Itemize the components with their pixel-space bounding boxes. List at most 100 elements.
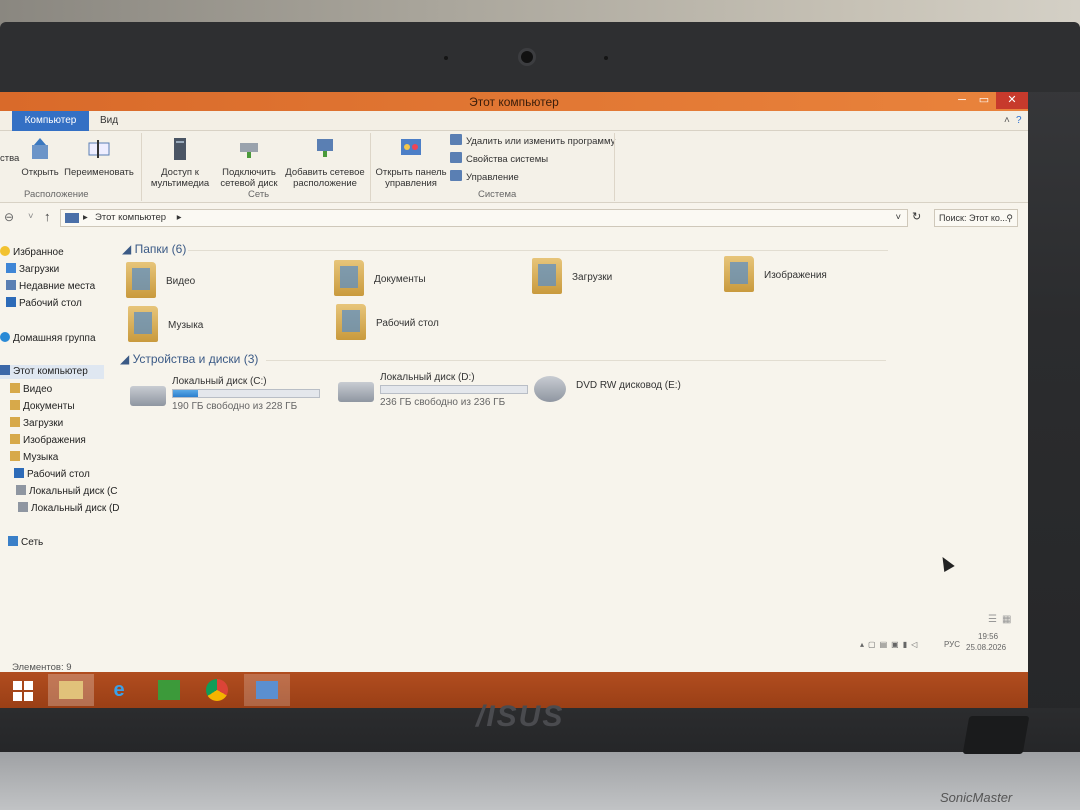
server-icon bbox=[174, 138, 186, 160]
maximize-button[interactable]: ▭ bbox=[974, 92, 994, 109]
details-view-icon[interactable]: ☰ bbox=[988, 614, 997, 625]
taskbar-control-panel[interactable] bbox=[244, 674, 290, 706]
sensor-dot bbox=[444, 56, 448, 60]
refresh-icon[interactable]: ↻ bbox=[912, 210, 921, 223]
up-arrow-icon[interactable]: ↑ bbox=[44, 209, 51, 224]
taskbar-ie[interactable]: e bbox=[96, 674, 142, 706]
nav-favorites[interactable]: Избранное bbox=[0, 246, 64, 260]
drive-c[interactable]: Локальный диск (C:) 190 ГБ свободно из 2… bbox=[130, 376, 330, 420]
folder-music[interactable]: Музыка bbox=[128, 306, 288, 346]
drive-free-space: 190 ГБ свободно из 228 ГБ bbox=[172, 401, 298, 412]
nav-disk-d[interactable]: Локальный диск (D bbox=[18, 502, 120, 516]
ribbon-separator bbox=[614, 133, 615, 201]
nav-homegroup[interactable]: Домашняя группа bbox=[0, 332, 96, 346]
drive-dvd[interactable]: DVD RW дисковод (E:) bbox=[534, 372, 734, 416]
clock-date[interactable]: 25.08.2026 bbox=[966, 643, 1006, 652]
map-drive-button[interactable]: Подключить сетевой диск bbox=[216, 135, 282, 189]
ribbon-separator bbox=[370, 133, 371, 201]
search-input[interactable]: Поиск: Этот ко... ⚲ bbox=[934, 209, 1018, 227]
ribbon-separator bbox=[141, 133, 142, 201]
folder-icon bbox=[59, 681, 83, 699]
folder-video[interactable]: Видео bbox=[126, 262, 286, 302]
breadcrumb: Этот компьютер bbox=[95, 212, 167, 223]
manage-button[interactable]: Управление bbox=[450, 170, 519, 184]
add-location-button[interactable]: Добавить сетевое расположение bbox=[284, 135, 366, 189]
screen: Этот компьютер ─ ▭ ✕ Компьютер Вид ˄ ? с… bbox=[0, 92, 1028, 708]
rename-button[interactable]: Переименовать bbox=[62, 135, 136, 178]
nav-documents[interactable]: Документы bbox=[10, 400, 75, 414]
language-indicator[interactable]: РУС bbox=[944, 640, 960, 649]
drive-name: Локальный диск (D:) bbox=[380, 372, 475, 383]
network-icon bbox=[8, 536, 18, 546]
homegroup-icon bbox=[0, 332, 10, 342]
open-button[interactable]: Открыть bbox=[18, 135, 62, 178]
folder-images[interactable]: Изображения bbox=[724, 256, 884, 296]
chevron-up-icon[interactable]: ˄ bbox=[1004, 111, 1010, 131]
group-location-label: Расположение bbox=[24, 189, 89, 200]
tab-view[interactable]: Вид bbox=[100, 111, 118, 131]
devices-section-header[interactable]: ◢ Устройства и диски (3) bbox=[120, 352, 900, 366]
breadcrumb-arrow-icon: ▸ bbox=[83, 212, 88, 223]
nav-network[interactable]: Сеть bbox=[8, 536, 43, 550]
properties-button[interactable]: ства bbox=[0, 153, 19, 164]
folder-desktop[interactable]: Рабочий стол bbox=[336, 304, 496, 344]
nav-recent[interactable]: Недавние места bbox=[6, 280, 95, 294]
address-field[interactable]: ▸ Этот компьютер ▸ ˅ bbox=[60, 209, 908, 227]
drive-usage-bar bbox=[380, 385, 528, 394]
media-access-button[interactable]: Доступ к мультимедиа bbox=[146, 135, 214, 189]
control-panel-button[interactable]: Открыть панель управления bbox=[374, 135, 448, 189]
nav-desktop2[interactable]: Рабочий стол bbox=[14, 468, 90, 482]
taskbar-store[interactable] bbox=[146, 674, 192, 706]
map-drive-label: Подключить сетевой диск bbox=[220, 167, 278, 189]
folders-section-header[interactable]: ◢ Папки (6) bbox=[122, 242, 902, 256]
recent-places-icon bbox=[6, 280, 16, 290]
nav-images[interactable]: Изображения bbox=[10, 434, 86, 448]
nav-this-pc-label: Этот компьютер bbox=[13, 366, 88, 377]
tray-icons[interactable]: ▴▢▤▣▮◁ bbox=[860, 640, 921, 649]
drive-name: DVD RW дисковод (E:) bbox=[576, 380, 681, 391]
media-access-label: Доступ к мультимедиа bbox=[150, 167, 210, 189]
folder-label: Видео bbox=[166, 276, 196, 287]
nav-desktop-label: Рабочий стол bbox=[19, 298, 82, 309]
folder-downloads[interactable]: Загрузки bbox=[532, 258, 692, 298]
tab-computer[interactable]: Компьютер bbox=[12, 111, 89, 131]
nav-downloads[interactable]: Загрузки bbox=[6, 263, 59, 277]
control-panel-icon bbox=[256, 681, 278, 699]
uninstall-button[interactable]: Удалить или изменить программу bbox=[450, 134, 615, 148]
rename-label: Переименовать bbox=[64, 167, 134, 178]
nav-disk-c[interactable]: Локальный диск (C bbox=[16, 485, 118, 499]
internet-explorer-icon: e bbox=[113, 679, 125, 701]
folder-label: Рабочий стол bbox=[376, 318, 439, 329]
back-icon[interactable]: ⊖ bbox=[4, 210, 14, 224]
rename-icon bbox=[88, 140, 110, 158]
drive-icon bbox=[338, 382, 374, 402]
desktop-icon bbox=[14, 468, 24, 478]
drive-free-space: 236 ГБ свободно из 236 ГБ bbox=[380, 397, 506, 408]
history-dropdown-icon[interactable]: ˅ bbox=[895, 210, 901, 226]
close-button[interactable]: ✕ bbox=[996, 92, 1028, 109]
network-location-icon bbox=[317, 139, 333, 157]
clock-time[interactable]: 19:56 bbox=[978, 632, 998, 641]
tiles-view-icon[interactable]: ▦ bbox=[1002, 614, 1011, 625]
downloads-icon bbox=[6, 263, 16, 273]
drive-d[interactable]: Локальный диск (D:) 236 ГБ свободно из 2… bbox=[338, 372, 538, 416]
music-folder-icon bbox=[10, 451, 20, 461]
help-icon[interactable]: ? bbox=[1016, 111, 1022, 131]
control-panel-icon bbox=[401, 139, 421, 155]
nav-music[interactable]: Музыка bbox=[10, 451, 58, 465]
nav-video[interactable]: Видео bbox=[10, 383, 52, 397]
nav-downloads2[interactable]: Загрузки bbox=[10, 417, 63, 431]
nav-desktop[interactable]: Рабочий стол bbox=[6, 297, 82, 311]
nav-this-pc[interactable]: Этот компьютер bbox=[0, 365, 104, 379]
taskbar-chrome[interactable] bbox=[194, 674, 240, 706]
search-placeholder: Поиск: Этот ко... bbox=[939, 213, 1008, 223]
minimize-button[interactable]: ─ bbox=[952, 92, 972, 109]
ribbon-tabs: Компьютер Вид ˄ ? bbox=[0, 111, 1028, 131]
laptop-frame: Этот компьютер ─ ▭ ✕ Компьютер Вид ˄ ? с… bbox=[0, 0, 1080, 810]
search-icon: ⚲ bbox=[1006, 213, 1013, 223]
folder-documents[interactable]: Документы bbox=[334, 260, 494, 300]
system-properties-button[interactable]: Свойства системы bbox=[450, 152, 548, 166]
start-button[interactable] bbox=[0, 674, 46, 706]
chevron-down-icon[interactable]: ˅ bbox=[28, 211, 34, 222]
taskbar-explorer[interactable] bbox=[48, 674, 94, 706]
